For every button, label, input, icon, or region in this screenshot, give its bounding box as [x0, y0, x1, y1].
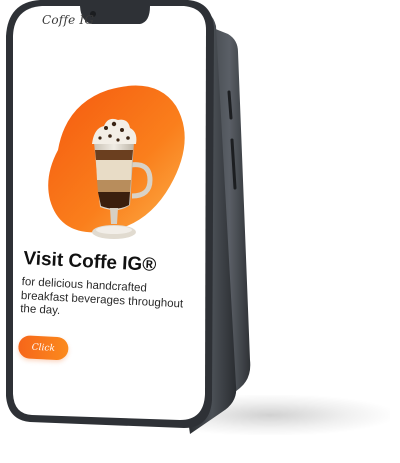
click-button[interactable]: Click: [17, 335, 69, 361]
click-button-label: Click: [31, 342, 56, 354]
app-logo: Coffe IG: [42, 13, 95, 27]
phone-mockup-scene: Coffe IG Visit Coffe IG® for delicious h…: [0, 0, 400, 463]
phone-device: [6, 0, 251, 434]
